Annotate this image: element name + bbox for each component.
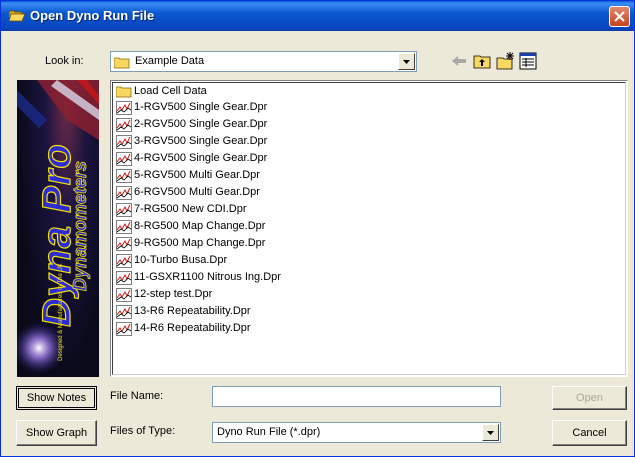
list-item-label: 11-GSXR1100 Nitrous Ing.Dpr: [134, 271, 281, 283]
list-item-label: 6-RGV500 Multi Gear.Dpr: [134, 186, 260, 198]
cancel-button[interactable]: Cancel: [552, 420, 627, 446]
files-of-type-dropdown-button[interactable]: [482, 424, 499, 441]
dyno-file-icon: [116, 237, 132, 251]
list-item-label: 1-RGV500 Single Gear.Dpr: [134, 101, 268, 113]
list-item-label: 8-RG500 Map Change.Dpr: [134, 220, 266, 232]
list-item-label: 5-RGV500 Multi Gear.Dpr: [134, 169, 260, 181]
show-notes-button[interactable]: Show Notes: [16, 386, 97, 410]
view-menu-button[interactable]: [517, 50, 539, 72]
dyno-file-icon: [116, 288, 132, 302]
dyno-file-icon: [116, 305, 132, 319]
list-item-label: 4-RGV500 Single Gear.Dpr: [134, 152, 268, 164]
title-bar[interactable]: Open Dyno Run File: [1, 1, 634, 31]
dyno-file-icon: [116, 322, 132, 336]
new-folder-button[interactable]: [494, 50, 516, 72]
chevron-down-icon: [487, 431, 494, 435]
list-item-label: 12-step test.Dpr: [134, 288, 213, 300]
dyno-file-icon: [116, 220, 132, 234]
new-folder-icon: [496, 52, 514, 70]
window-title: Open Dyno Run File: [30, 8, 155, 23]
up-folder-icon: [473, 55, 491, 69]
file-name-label: File Name:: [110, 390, 164, 402]
dyna-pro-splash-image: Dyna Pro Dynamometers Designed & Manufac…: [17, 80, 99, 377]
folder-icon: [116, 86, 132, 98]
open-button[interactable]: Open: [552, 386, 627, 410]
list-item-label: 10-Turbo Busa.Dpr: [134, 254, 228, 266]
splash-subtitle-text: Dynamometers: [70, 160, 91, 292]
list-item-label: Load Cell Data: [134, 85, 207, 97]
files-of-type-value: Dyno Run File (*.dpr): [217, 426, 321, 438]
up-folder-button[interactable]: [471, 50, 493, 72]
dyno-file-icon: [116, 203, 132, 217]
chevron-down-icon: [403, 60, 410, 64]
show-graph-button[interactable]: Show Graph: [16, 420, 97, 446]
dyno-file-icon: [116, 186, 132, 200]
list-item-label: 14-R6 Repeatability.Dpr: [134, 322, 251, 334]
dyno-file-icon: [116, 118, 132, 132]
file-list-viewport: Load Cell Data 1-RGV500 Single Gear.Dpr …: [112, 82, 626, 375]
list-item-label: 13-R6 Repeatability.Dpr: [134, 305, 251, 317]
look-in-dropdown-button[interactable]: [398, 53, 415, 70]
list-item-label: 3-RGV500 Single Gear.Dpr: [134, 135, 268, 147]
dyno-file-icon: [116, 135, 132, 149]
back-button[interactable]: [448, 50, 470, 72]
dyno-file-icon: [116, 152, 132, 166]
dyno-file-icon: [116, 101, 132, 115]
file-name-input[interactable]: [212, 386, 501, 407]
open-folder-icon: [9, 10, 25, 22]
look-in-combo[interactable]: Example Data: [110, 51, 417, 72]
look-in-value: Example Data: [135, 55, 205, 67]
close-button[interactable]: [609, 6, 630, 27]
folder-icon: [114, 57, 130, 69]
dyno-file-icon: [116, 271, 132, 285]
dyno-file-icon: [116, 254, 132, 268]
file-list[interactable]: Load Cell Data 1-RGV500 Single Gear.Dpr …: [110, 80, 628, 377]
files-of-type-label: Files of Type:: [110, 425, 176, 437]
dyno-file-icon: [116, 169, 132, 183]
view-menu-icon: [519, 52, 537, 70]
list-item-label: 2-RGV500 Single Gear.Dpr: [134, 118, 268, 130]
splash-tagline-text: Designed & Manufactured in The UK: [58, 263, 64, 361]
list-item-label: 7-RG500 New CDI.Dpr: [134, 203, 247, 215]
files-of-type-combo[interactable]: Dyno Run File (*.dpr): [212, 422, 501, 443]
list-item-label: 9-RG500 Map Change.Dpr: [134, 237, 266, 249]
open-dialog: Open Dyno Run File Look in: Example Data: [0, 0, 635, 457]
back-arrow-icon: [452, 56, 466, 66]
close-icon: [614, 11, 625, 22]
look-in-label: Look in:: [45, 55, 84, 67]
